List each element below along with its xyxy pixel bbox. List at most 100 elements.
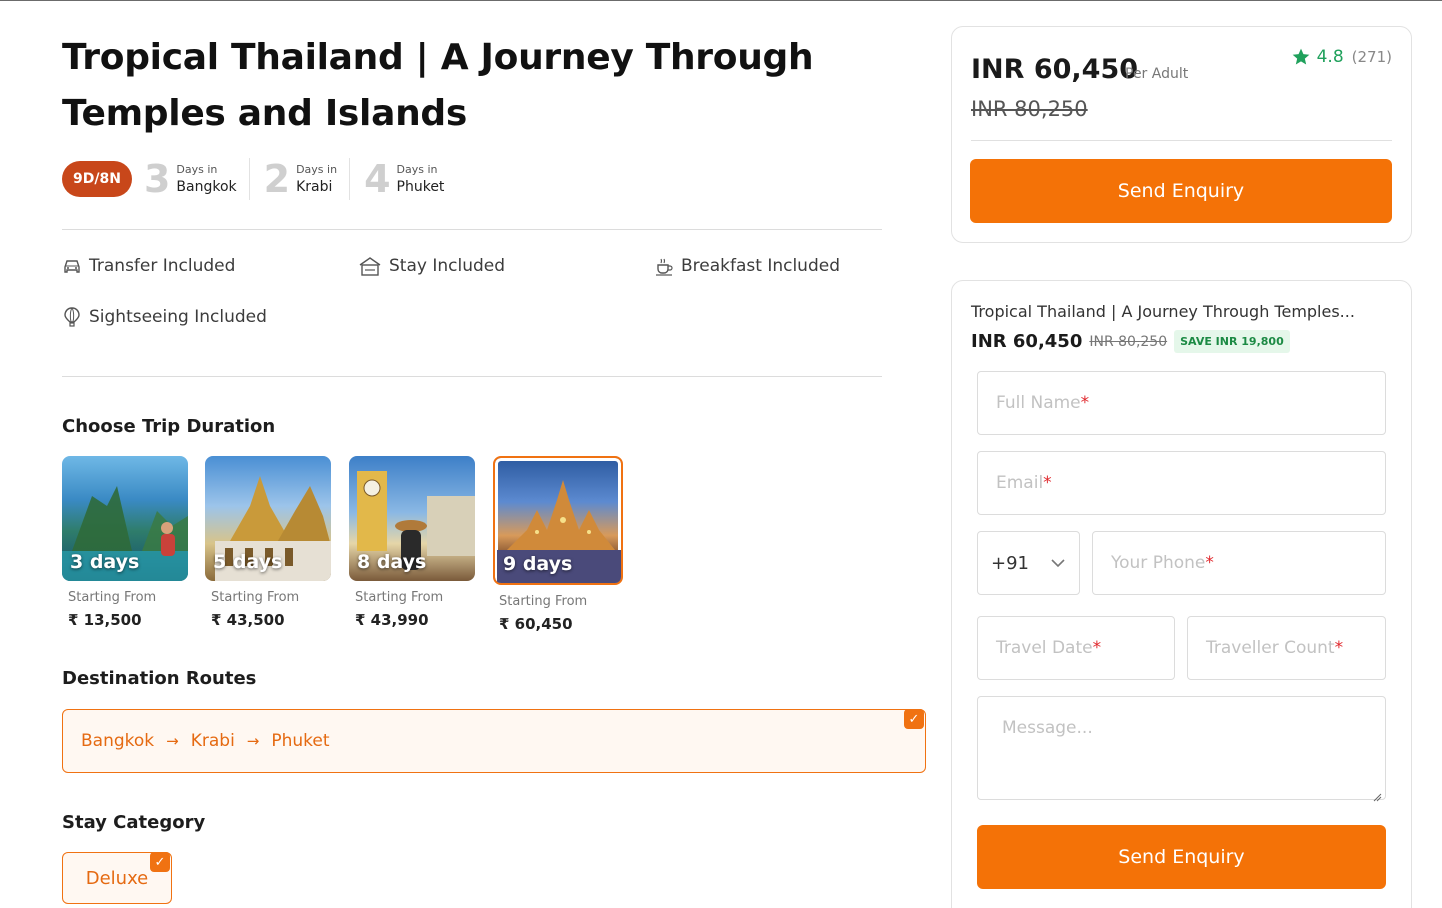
duration-image: 8 days [349, 456, 475, 581]
starting-from-label: Starting From [355, 590, 444, 605]
days-phuket: 4 Days in Phuket [364, 158, 456, 200]
duration-card-3[interactable]: 3 days Starting From ₹ 13,500 [62, 456, 188, 629]
day-city: Krabi [296, 179, 333, 195]
inclusion-label: Transfer Included [89, 256, 236, 276]
day-city: Bangkok [176, 179, 237, 195]
inclusion-transfer: Transfer Included [62, 256, 235, 276]
route-city: Krabi [190, 731, 235, 751]
stay-heading: Stay Category [62, 812, 206, 833]
day-label: Days in [296, 163, 338, 176]
divider [62, 376, 882, 377]
duration-price: ₹ 43,990 [355, 611, 429, 629]
form-price: INR 60,450 [971, 331, 1083, 352]
top-border [0, 0, 1442, 1]
duration-label: 9 days [503, 553, 573, 575]
country-code-select[interactable]: +91 [977, 531, 1080, 595]
form-package-title: Tropical Thailand | A Journey Through Te… [971, 302, 1355, 321]
inclusion-label: Breakfast Included [681, 256, 841, 276]
message-placeholder: Message... [1002, 718, 1093, 738]
arrow-right-icon: → [246, 732, 260, 750]
balloon-icon [62, 307, 82, 327]
phone-field[interactable]: Your Phone * [1092, 531, 1386, 595]
full-name-placeholder: Full Name [996, 393, 1081, 413]
duration-label: 8 days [357, 551, 427, 573]
day-count: 2 [263, 157, 291, 201]
day-count: 4 [364, 157, 391, 201]
route-city: Phuket [271, 731, 330, 751]
travel-date-field[interactable]: Travel Date * [977, 616, 1175, 680]
email-placeholder: Email [996, 473, 1044, 493]
starting-from-label: Starting From [499, 594, 588, 609]
rating-value: 4.8 [1316, 47, 1344, 67]
duration-label: 5 days [213, 551, 283, 573]
check-icon: ✓ [150, 852, 170, 872]
page-title: Tropical Thailand | A Journey Through Te… [62, 37, 814, 134]
rating: 4.8 (271) [1291, 47, 1392, 67]
duration-image: 3 days [62, 456, 188, 581]
inclusion-breakfast: Breakfast Included [654, 256, 840, 276]
per-adult-label: Per Adult [1125, 66, 1189, 82]
required-mark: * [1334, 638, 1344, 658]
day-label: Days in [396, 163, 438, 176]
original-price: INR 80,250 [971, 97, 1088, 121]
traveller-count-placeholder: Traveller Count [1206, 638, 1335, 658]
traveller-count-field[interactable]: Traveller Count * [1187, 616, 1386, 680]
travel-date-placeholder: Travel Date [996, 638, 1093, 658]
message-textarea[interactable]: Message... [977, 696, 1386, 802]
form-price-row: INR 60,450 INR 80,250 SAVE INR 19,800 [971, 330, 1290, 353]
divider [62, 229, 882, 230]
required-mark: * [1205, 553, 1214, 573]
inclusion-label: Stay Included [389, 256, 506, 276]
day-count: 3 [143, 157, 171, 201]
package-price: INR 60,450 [971, 54, 1139, 85]
hotel-icon [358, 256, 382, 276]
form-original-price: INR 80,250 [1089, 333, 1168, 350]
duration-image: 9 days [493, 456, 623, 585]
arrow-right-icon: → [166, 732, 179, 750]
route-option[interactable]: Bangkok → Krabi → Phuket ✓ [62, 709, 926, 773]
duration-heading: Choose Trip Duration [62, 416, 276, 437]
resize-handle-icon[interactable] [1373, 787, 1382, 802]
days-krabi: 2 Days in Krabi [263, 157, 351, 201]
country-code-value: +91 [991, 552, 1029, 574]
duration-image: 5 days [205, 456, 331, 581]
day-city: Phuket [396, 179, 445, 195]
routes-heading: Destination Routes [62, 668, 257, 689]
check-icon: ✓ [904, 709, 924, 729]
duration-price: ₹ 13,500 [68, 611, 142, 629]
starting-from-label: Starting From [68, 590, 157, 605]
rating-count: (271) [1351, 48, 1392, 66]
full-name-field[interactable]: Full Name * [977, 371, 1386, 435]
stay-option-deluxe[interactable]: Deluxe ✓ [62, 852, 172, 904]
car-icon [62, 256, 82, 276]
nights-badge: 9D/8N [62, 161, 132, 197]
duration-price: ₹ 60,450 [499, 615, 573, 633]
required-mark: * [1043, 473, 1052, 493]
route-city: Bangkok [81, 731, 155, 751]
duration-price: ₹ 43,500 [211, 611, 285, 629]
star-icon [1291, 47, 1311, 67]
duration-card-8[interactable]: 8 days Starting From ₹ 43,990 [349, 456, 475, 629]
starting-from-label: Starting From [211, 590, 300, 605]
required-mark: * [1080, 393, 1090, 413]
day-label: Days in [176, 163, 218, 176]
chevron-down-icon [1051, 553, 1065, 573]
email-field[interactable]: Email * [977, 451, 1386, 515]
enquiry-form-card: Tropical Thailand | A Journey Through Te… [951, 280, 1412, 908]
inclusion-label: Sightseeing Included [89, 307, 267, 327]
save-badge: SAVE INR 19,800 [1174, 330, 1290, 353]
inclusion-sightseeing: Sightseeing Included [62, 307, 267, 327]
send-enquiry-button[interactable]: Send Enquiry [970, 159, 1392, 223]
breakfast-icon [654, 256, 674, 276]
duration-card-9[interactable]: 9 days Starting From ₹ 60,450 [493, 456, 623, 633]
days-bangkok: 3 Days in Bangkok [144, 158, 250, 200]
inclusion-stay: Stay Included [358, 256, 505, 276]
trip-meta: 9D/8N 3 Days in Bangkok 2 Days in Krabi 4 … [62, 158, 470, 200]
duration-label: 3 days [70, 551, 140, 573]
required-mark: * [1092, 638, 1102, 658]
stay-label: Deluxe [85, 867, 149, 889]
divider [971, 140, 1392, 141]
form-send-enquiry-button[interactable]: Send Enquiry [977, 825, 1386, 889]
duration-card-5[interactable]: 5 days Starting From ₹ 43,500 [205, 456, 331, 629]
price-card: INR 60,450 Per Adult INR 80,250 4.8 (271… [951, 26, 1412, 243]
